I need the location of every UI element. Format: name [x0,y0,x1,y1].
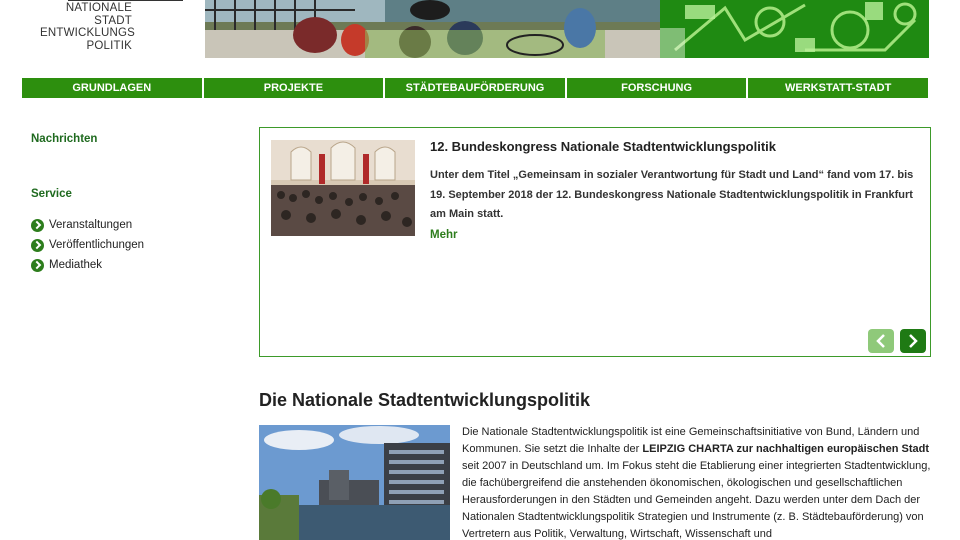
bullet-arrow-icon [31,218,44,232]
logo-line: POLITIK [86,39,132,52]
bullet-arrow-icon [31,238,44,252]
slider-next-button[interactable] [900,329,926,353]
page-title: Die Nationale Stadtentwicklungspolitik [259,390,591,410]
nav-item-werkstatt-stadt[interactable]: WERKSTATT-STADT [748,78,928,98]
teaser-title[interactable]: 12. Bundeskongress Nationale Stadtentwic… [430,139,776,154]
logo-line: NATIONALE [65,2,132,14]
logo-rule [68,0,183,1]
article-body: Die Nationale Stadtentwicklungspolitik i… [462,424,936,540]
main-navigation: GRUNDLAGEN PROJEKTE STÄDTEBAUFÖRDERUNG F… [22,78,928,98]
nav-item-projekte[interactable]: PROJEKTE [204,78,386,98]
header-banner-image [205,0,929,58]
nav-item-grundlagen[interactable]: GRUNDLAGEN [22,78,204,98]
teaser-text: Unter dem Titel „Gemeinsam in sozialer V… [430,169,914,220]
sidebar-item-label: Veröffentlichungen [49,239,145,251]
teaser-more-link[interactable]: Mehr [430,229,457,241]
sidebar-item-veranstaltungen[interactable]: Veranstaltungen [31,215,144,235]
sidebar-item-label: Veranstaltungen [49,219,133,231]
sidebar-item-label: Mediathek [49,259,103,271]
logo-line: ENTWICKLUNGS [40,27,136,40]
leipzig-charta-link[interactable]: LEIPZIG CHARTA zur nachhaltigen europäis… [642,443,929,455]
chevron-left-icon [876,334,885,348]
chevron-right-icon [909,334,918,348]
bullet-arrow-icon [31,258,44,272]
sidebar-item-veroeffentlichungen[interactable]: Veröffentlichungen [31,235,144,255]
sidebar-item-mediathek[interactable]: Mediathek [31,255,144,275]
nav-item-staedtebaufoerderung[interactable]: STÄDTEBAUFÖRDERUNG [385,78,567,98]
teaser-image[interactable] [271,140,415,236]
article-text: seit 2007 in Deutschland um. Im Fokus st… [462,460,931,540]
logo-line: STADT [94,14,132,27]
news-teaser-slider: 12. Bundeskongress Nationale Stadtentwic… [259,127,931,357]
nav-item-forschung[interactable]: FORSCHUNG [567,78,749,98]
sidebar-link-nachrichten[interactable]: Nachrichten [31,133,97,145]
article-image [259,425,450,540]
slider-prev-button[interactable] [868,329,894,353]
sidebar-service-list: Veranstaltungen Veröffentlichungen Media… [31,215,144,275]
site-logo[interactable]: NATIONALE STADT ENTWICKLUNGS POLITIK [40,2,136,52]
sidebar-heading-service[interactable]: Service [31,188,72,200]
